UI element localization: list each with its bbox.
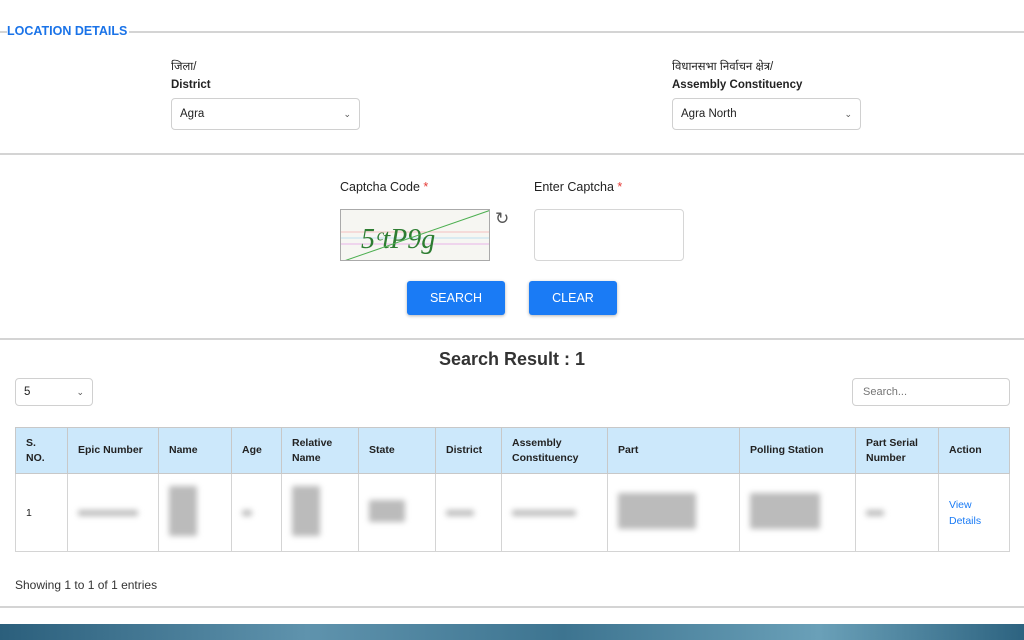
chevron-down-icon: ⌄ <box>343 108 351 119</box>
col-age: Age <box>231 427 282 474</box>
district-label-en: District <box>171 79 211 91</box>
page-size-value: 5 <box>24 386 31 398</box>
table-header-row: S. NO. Epic Number Name Age Relative Nam… <box>15 427 1010 474</box>
page-size-select[interactable]: 5 ⌄ <box>15 378 93 406</box>
results-title: Search Result : 1 <box>438 349 586 369</box>
table-row: 1 View Details <box>15 473 1010 552</box>
district-label: जिला/ District <box>171 58 211 94</box>
captcha-code-label: Captcha Code * <box>340 180 428 194</box>
col-epic: Epic Number <box>67 427 159 474</box>
cell-redacted <box>281 473 359 552</box>
assembly-label-en: Assembly Constituency <box>672 79 803 91</box>
assembly-value: Agra North <box>681 108 737 120</box>
chevron-down-icon: ⌄ <box>76 386 84 397</box>
enter-captcha-label: Enter Captcha * <box>534 180 622 194</box>
assembly-label: विधानसभा निर्वाचन क्षेत्र/ Assembly Cons… <box>672 58 802 94</box>
cell-redacted <box>855 473 939 552</box>
captcha-image: 5ᶜtP9g <box>340 209 490 261</box>
divider <box>0 153 1024 155</box>
captcha-input[interactable] <box>534 209 684 261</box>
col-polling: Polling Station <box>739 427 856 474</box>
section-title: LOCATION DETAILS <box>7 24 130 38</box>
col-name: Name <box>158 427 232 474</box>
district-label-hi: जिला/ <box>171 61 197 73</box>
search-button[interactable]: SEARCH <box>407 281 505 315</box>
district-value: Agra <box>180 108 205 120</box>
entries-info: Showing 1 to 1 of 1 entries <box>15 578 158 592</box>
captcha-code-text: Captcha Code <box>340 180 420 194</box>
cell-redacted <box>607 473 740 552</box>
cell-redacted <box>67 473 159 552</box>
required-mark: * <box>423 180 429 194</box>
divider <box>0 606 1024 608</box>
cell-redacted <box>501 473 608 552</box>
results-search-input[interactable] <box>852 378 1010 406</box>
col-relative: Relative Name <box>281 427 359 474</box>
view-details-link[interactable]: View Details <box>949 497 989 529</box>
refresh-captcha-icon[interactable]: ↻ <box>495 209 509 229</box>
cell-redacted <box>739 473 856 552</box>
divider <box>0 31 1024 33</box>
cell-redacted <box>435 473 502 552</box>
col-serial: Part Serial Number <box>855 427 939 474</box>
assembly-select[interactable]: Agra North ⌄ <box>672 98 861 130</box>
cell-sno: 1 <box>15 473 68 552</box>
col-action: Action <box>938 427 1010 474</box>
col-part: Part <box>607 427 740 474</box>
clear-button[interactable]: CLEAR <box>529 281 617 315</box>
col-district: District <box>435 427 502 474</box>
results-table: S. NO. Epic Number Name Age Relative Nam… <box>15 427 1010 552</box>
enter-captcha-text: Enter Captcha <box>534 180 614 194</box>
footer-banner <box>0 624 1024 640</box>
divider <box>0 338 1024 340</box>
assembly-label-hi: विधानसभा निर्वाचन क्षेत्र/ <box>672 61 774 73</box>
district-select[interactable]: Agra ⌄ <box>171 98 360 130</box>
col-state: State <box>358 427 436 474</box>
cell-redacted <box>158 473 232 552</box>
chevron-down-icon: ⌄ <box>844 108 852 119</box>
required-mark: * <box>617 180 623 194</box>
cell-action: View Details <box>938 473 1010 552</box>
col-sno: S. NO. <box>15 427 68 474</box>
cell-redacted <box>231 473 282 552</box>
svg-text:5ᶜtP9g: 5ᶜtP9g <box>361 224 435 255</box>
cell-redacted <box>358 473 436 552</box>
col-assembly: Assembly Constituency <box>501 427 608 474</box>
